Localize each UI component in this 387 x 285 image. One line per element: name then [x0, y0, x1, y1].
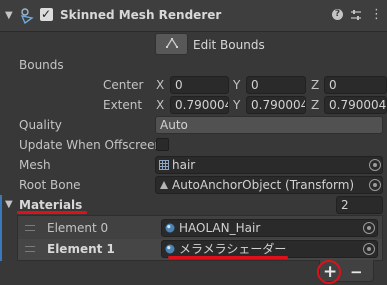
component-title: Skinned Mesh Renderer — [60, 8, 222, 22]
object-picker-icon[interactable] — [363, 222, 375, 234]
update-when-offscreen-checkbox[interactable] — [156, 138, 169, 151]
quality-dropdown[interactable]: Auto — [155, 116, 383, 134]
materials-foldout-arrow-icon[interactable]: ▼ — [5, 197, 13, 213]
quality-value: Auto — [160, 118, 188, 132]
element-1-value: メラメラシェーダー — [179, 242, 287, 256]
element-0-label: Element 0 — [47, 221, 109, 235]
drag-handle-icon[interactable] — [25, 246, 35, 252]
material-sphere-icon — [165, 244, 175, 254]
center-y-field[interactable]: 0 — [246, 76, 306, 94]
enabled-checkbox[interactable]: ✓ — [40, 7, 53, 21]
kebab-menu-icon[interactable]: ⋮ — [370, 7, 383, 23]
annotation-underline — [17, 211, 87, 214]
extent-z-field[interactable]: 0.7900048 — [324, 96, 387, 114]
material-sphere-icon — [165, 223, 175, 233]
materials-count-field[interactable]: 2 — [336, 196, 383, 214]
extent-y-axis-label: Y — [233, 98, 241, 112]
extent-x-field[interactable]: 0.7900048 — [170, 96, 229, 114]
component-header: ▼ ✓ Skinned Mesh Renderer ? ⋮ — [0, 0, 387, 32]
object-picker-icon[interactable] — [369, 159, 381, 171]
extent-z-axis-label: Z — [311, 98, 320, 112]
extent-x-axis-label: X — [156, 98, 165, 112]
element-1-label: Element 1 — [47, 242, 115, 256]
remove-element-button[interactable]: − — [350, 262, 363, 282]
add-element-button[interactable]: + — [323, 262, 337, 282]
help-icon[interactable]: ? — [332, 9, 343, 20]
transform-icon — [160, 181, 168, 189]
annotation-underline — [168, 256, 288, 259]
skinned-mesh-renderer-icon — [20, 8, 34, 24]
root-bone-value: AutoAnchorObject (Transform) — [172, 178, 355, 192]
mesh-value: hair — [172, 158, 196, 172]
foldout-arrow-icon[interactable]: ▼ — [5, 8, 13, 24]
center-z-axis-label: Z — [311, 78, 320, 92]
mesh-label: Mesh — [19, 158, 51, 172]
element-0-value: HAOLAN_Hair — [179, 221, 261, 235]
materials-accent-bar — [0, 195, 2, 261]
center-y-axis-label: Y — [233, 78, 241, 92]
center-x-field[interactable]: 0 — [170, 76, 229, 94]
center-z-field[interactable]: 0 — [324, 76, 387, 94]
mesh-field[interactable]: hair — [155, 156, 383, 174]
edit-bounds-label: Edit Bounds — [193, 38, 265, 52]
extent-label: Extent — [103, 98, 143, 112]
bounds-label: Bounds — [19, 58, 64, 72]
edit-bounds-icon — [166, 38, 178, 48]
mesh-grid-icon — [159, 160, 169, 170]
center-x-axis-label: X — [156, 78, 165, 92]
root-bone-field[interactable]: AutoAnchorObject (Transform) — [155, 176, 383, 194]
quality-label: Quality — [19, 118, 62, 132]
edit-bounds-icon-button[interactable] — [155, 33, 188, 55]
update-when-offscreen-label: Update When Offscreen — [19, 138, 163, 152]
root-bone-label: Root Bone — [19, 178, 81, 192]
drag-handle-icon[interactable] — [25, 225, 35, 231]
extent-y-field[interactable]: 0.7900048 — [246, 96, 306, 114]
center-label: Center — [103, 78, 144, 92]
sliders-icon[interactable] — [350, 9, 362, 21]
object-picker-icon[interactable] — [363, 243, 375, 255]
object-picker-icon[interactable] — [369, 179, 381, 191]
element-0-field[interactable]: HAOLAN_Hair — [161, 219, 378, 237]
